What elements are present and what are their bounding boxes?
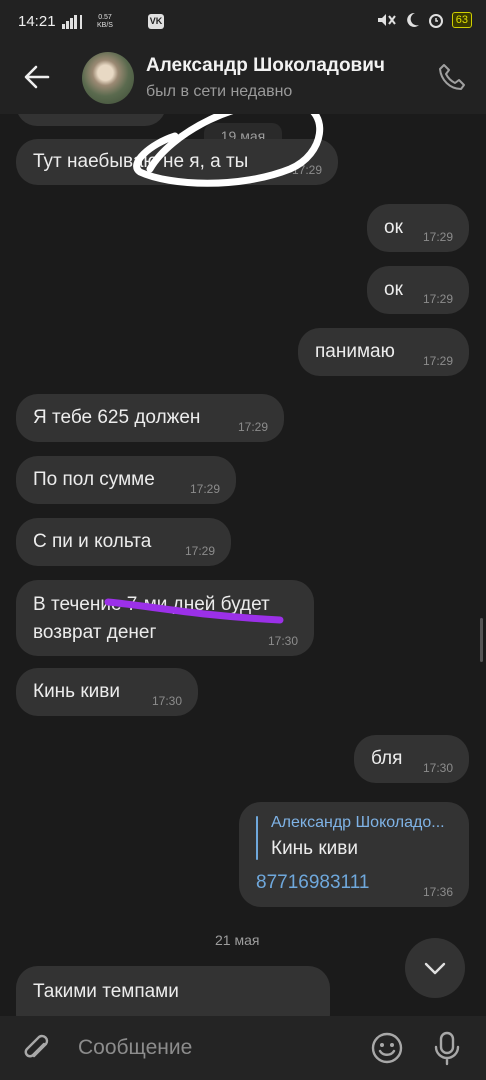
alarm-icon	[428, 14, 443, 28]
moon-icon	[406, 12, 419, 27]
contact-name[interactable]: Александр Шоколадович	[146, 55, 385, 77]
purple-underline-annotation	[104, 598, 284, 624]
chevron-down-icon	[424, 962, 446, 975]
emoji-icon[interactable]	[370, 1031, 404, 1065]
attach-icon[interactable]	[20, 1032, 54, 1066]
chat-header: Александр Шоколадович был в сети недавно	[0, 44, 486, 114]
contact-status: был в сети недавно	[146, 83, 293, 100]
back-arrow-icon[interactable]	[22, 62, 52, 92]
signal-icon	[62, 15, 82, 29]
status-bar: 14:21 0.57 KB/S VK 63	[0, 0, 486, 44]
scrollbar[interactable]	[480, 618, 483, 662]
mute-icon	[377, 14, 396, 26]
message-list[interactable]: 19 мая Тут наебываю не я, а ты 17:29 ок …	[0, 114, 486, 1016]
annotation-overlay	[104, 114, 324, 624]
status-time: 14:21	[18, 13, 56, 30]
hand-drawn-circle-annotation	[133, 114, 324, 187]
avatar[interactable]	[82, 52, 134, 104]
microphone-icon[interactable]	[432, 1030, 462, 1066]
battery-indicator: 63	[451, 12, 472, 28]
vk-notification-icon: VK	[148, 14, 164, 29]
phone-icon[interactable]	[436, 62, 468, 94]
message-input[interactable]	[76, 1035, 360, 1061]
network-speed: 0.57 KB/S	[97, 14, 113, 29]
scroll-down-button[interactable]	[405, 938, 465, 998]
message-composer	[0, 1016, 486, 1080]
